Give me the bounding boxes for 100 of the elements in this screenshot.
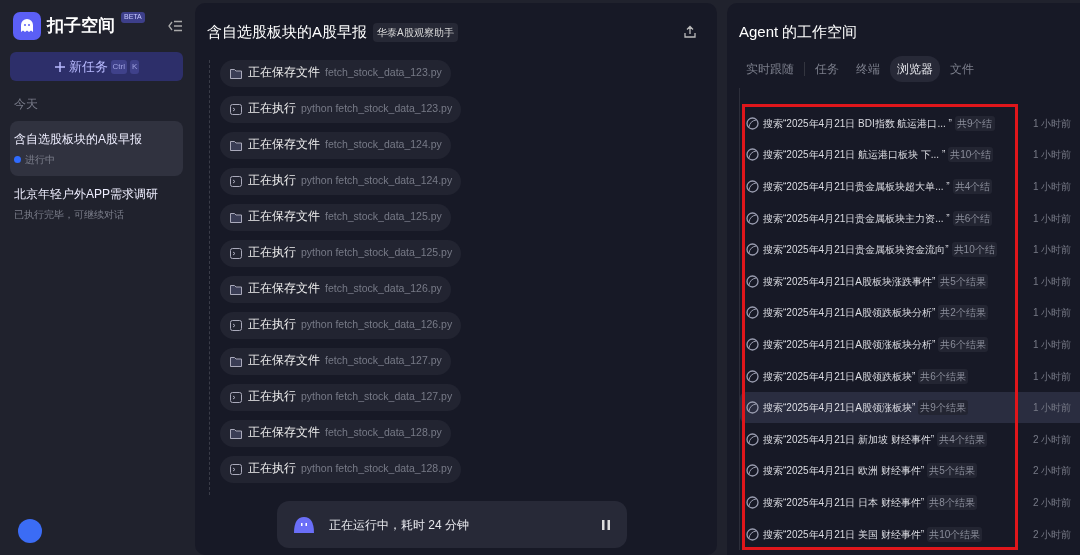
result-count: 共4个结果 <box>937 431 987 447</box>
timestamp: 1 小时前 <box>1033 180 1073 194</box>
search-result-row[interactable]: 搜索“2025年4月21日 航运港口板块 下... ” 共10个结 1 小时前 <box>740 139 1080 171</box>
search-result-row[interactable]: 搜索“2025年4月21日 欧洲 财经事件” 共5个结果 2 小时前 <box>740 455 1080 487</box>
search-result-row[interactable]: 搜索“2025年4月21日 日本 财经事件” 共8个结果 2 小时前 <box>740 486 1080 519</box>
plus-icon <box>53 60 66 73</box>
step-chip[interactable]: 正在保存文件 fetch_stock_data_123.py <box>220 59 451 87</box>
result-count: 共10个结 <box>951 242 997 258</box>
task-item[interactable]: 北京年轻户外APP需求调研 已执行完毕，可继续对话 <box>10 176 183 231</box>
tab[interactable]: 实时跟随 <box>739 55 801 82</box>
timestamp: 1 小时前 <box>1033 243 1073 258</box>
step-detail: python fetch_stock_data_127.py <box>301 389 453 405</box>
step-chip[interactable]: 正在执行 python fetch_stock_data_127.py <box>220 383 462 411</box>
step-chip[interactable]: 正在保存文件 fetch_stock_data_127.py <box>220 347 451 375</box>
search-query: 搜索“2025年4月21日A股领涨板块分析” <box>763 337 936 352</box>
search-result-row[interactable]: 搜索“2025年4月21日A股领涨板块分析” 共6个结果 1 小时前 <box>740 328 1080 361</box>
panel-title: Agent 的工作空间 <box>739 22 859 42</box>
file-icon <box>229 426 243 440</box>
share-icon[interactable] <box>683 25 697 40</box>
timestamp: 2 小时前 <box>1033 527 1073 542</box>
search-result-row[interactable]: 搜索“2025年4月21日贵金属板块主力资... ” 共6个结 1 小时前 <box>740 202 1080 234</box>
search-result-row[interactable]: 搜索“2025年4月21日 新加坡 财经事件” 共4个结果 2 小时前 <box>740 423 1080 456</box>
search-result-row[interactable]: 搜索“2025年4月21日A股领涨板块” 共9个结果 1 小时前 <box>740 391 1080 424</box>
tab[interactable]: 浏览器 <box>890 55 940 82</box>
globe-icon <box>746 243 759 257</box>
step-action: 正在执行 <box>248 101 296 117</box>
step-action: 正在执行 <box>248 245 296 261</box>
step-action: 正在保存文件 <box>248 65 320 81</box>
timestamp: 1 小时前 <box>1033 274 1073 289</box>
timestamp: 2 小时前 <box>1033 432 1073 447</box>
task-status: 已执行完毕，可继续对话 <box>14 208 124 222</box>
search-query: 搜索“2025年4月21日 日本 财经事件” <box>763 495 925 510</box>
result-count: 共2个结果 <box>938 305 988 321</box>
result-count: 共10个结 <box>948 147 994 163</box>
terminal-icon <box>229 462 243 476</box>
step-chip[interactable]: 正在保存文件 fetch_stock_data_125.py <box>220 203 451 231</box>
user-avatar[interactable] <box>18 519 42 543</box>
new-task-button[interactable]: 新任务 Ctrl K <box>10 52 183 81</box>
step-chip[interactable]: 正在执行 python fetch_stock_data_125.py <box>220 239 462 267</box>
task-title: 含自选股板块的A股早报 <box>14 131 143 148</box>
step-detail: python fetch_stock_data_126.py <box>301 317 453 333</box>
file-icon <box>229 210 243 224</box>
step-detail: fetch_stock_data_123.py <box>325 65 442 81</box>
step-detail: python fetch_stock_data_128.py <box>301 461 453 477</box>
collapse-sidebar-icon[interactable] <box>167 19 183 33</box>
step-chip[interactable]: 正在保存文件 fetch_stock_data_124.py <box>220 131 451 159</box>
step-chip[interactable]: 正在执行 python fetch_stock_data_126.py <box>220 311 462 339</box>
tab[interactable]: 文件 <box>943 55 981 82</box>
search-result-row[interactable]: 搜索“2025年4月21日贵金属板块资金流向” 共10个结 1 小时前 <box>740 233 1080 266</box>
task-title: 北京年轻户外APP需求调研 <box>14 186 159 203</box>
pause-icon[interactable] <box>601 518 611 531</box>
search-result-row[interactable]: 搜索“2025年4月21日A股板块涨跌事件” 共5个结果 1 小时前 <box>740 265 1080 298</box>
step-detail: python fetch_stock_data_124.py <box>301 173 453 189</box>
result-count: 共6个结 <box>952 210 993 226</box>
step-chip[interactable]: 正在执行 python fetch_stock_data_123.py <box>220 95 462 123</box>
terminal-icon <box>229 318 243 332</box>
step-action: 正在执行 <box>248 389 296 405</box>
step-chip[interactable]: 正在执行 python fetch_stock_data_124.py <box>220 167 462 195</box>
search-result-row[interactable]: 搜索“2025年4月21日A股领跌板块” 共6个结果 1 小时前 <box>740 360 1080 392</box>
step-detail: fetch_stock_data_127.py <box>325 353 442 369</box>
step-action: 正在保存文件 <box>248 281 320 297</box>
step-detail: fetch_stock_data_124.py <box>325 137 442 153</box>
step-action: 正在保存文件 <box>248 425 320 441</box>
search-result-row[interactable]: 搜索“2025年4月21日A股领跌板块分析” 共2个结果 1 小时前 <box>740 297 1080 329</box>
step-chip[interactable]: 正在执行 python fetch_stock_data_128.py <box>220 455 462 483</box>
search-query: 搜索“2025年4月21日 欧洲 财经事件” <box>763 464 925 479</box>
search-result-row[interactable]: 搜索“2025年4月21日贵金属板块超大单... ” 共4个结 1 小时前 <box>740 170 1080 203</box>
task-item[interactable]: 含自选股板块的A股早报 进行中 <box>10 121 183 176</box>
result-count: 共10个结果 <box>927 526 983 542</box>
file-icon <box>229 282 243 296</box>
ghost-logo-icon <box>13 12 41 40</box>
globe-icon <box>746 401 759 415</box>
shortcut-key: Ctrl <box>110 59 128 74</box>
step-detail: python fetch_stock_data_123.py <box>301 101 453 117</box>
shortcut-key: K <box>130 59 140 74</box>
terminal-icon <box>229 102 243 116</box>
step-action: 正在保存文件 <box>248 209 320 225</box>
step-detail: fetch_stock_data_128.py <box>325 425 442 441</box>
step-action: 正在执行 <box>248 173 296 189</box>
result-count: 共5个结果 <box>927 463 977 479</box>
step-chip[interactable]: 正在保存文件 fetch_stock_data_128.py <box>220 419 451 447</box>
section-label: 今天 <box>14 96 39 113</box>
timestamp: 1 小时前 <box>1033 148 1073 163</box>
search-query: 搜索“2025年4月21日A股领跌板块分析” <box>763 306 936 321</box>
step-action: 正在执行 <box>248 461 296 477</box>
timestamp: 1 小时前 <box>1033 116 1073 131</box>
tab[interactable]: 终端 <box>849 55 887 82</box>
terminal-icon <box>229 390 243 404</box>
step-chip[interactable]: 正在保存文件 fetch_stock_data_126.py <box>220 275 451 303</box>
search-result-row[interactable]: 搜索“2025年4月21日 BDI指数 航运港口... ” 共9个结 1 小时前 <box>740 107 1080 140</box>
search-query: 搜索“2025年4月21日 航运港口板块 下... ” <box>763 148 946 163</box>
file-icon <box>229 138 243 152</box>
search-query: 搜索“2025年4月21日贵金属板块超大单... ” <box>763 180 950 194</box>
result-count: 共4个结 <box>952 179 993 194</box>
search-query: 搜索“2025年4月21日 美国 财经事件” <box>763 527 925 542</box>
timestamp: 1 小时前 <box>1033 401 1073 416</box>
search-result-row[interactable]: 搜索“2025年4月21日 美国 财经事件” 共10个结果 2 小时前 <box>740 518 1080 550</box>
step-action: 正在保存文件 <box>248 353 320 369</box>
tab[interactable]: 任务 <box>808 55 846 82</box>
globe-icon <box>746 337 759 351</box>
